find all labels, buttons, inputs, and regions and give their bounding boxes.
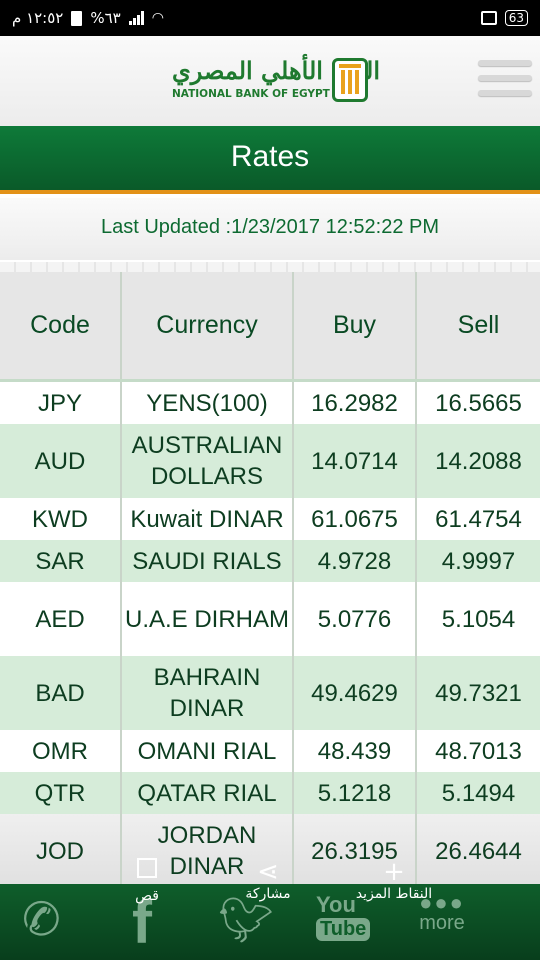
table-header-row: Code Currency Buy Sell [0,272,540,382]
table-row: BAD BAHRAIN DINAR 49.4629 49.7321 [0,656,540,730]
table-row: QTR QATAR RIAL 5.1218 5.1494 [0,772,540,814]
cell-buy: 14.0714 [294,424,417,498]
cell-sell: 16.5665 [435,389,522,417]
last-updated-banner: Last Updated :1/23/2017 12:52:22 PM [0,198,540,260]
cell-currency: OMANI RIAL [122,730,294,772]
title-bar: Rates [0,126,540,194]
cell-sell: 26.4644 [435,837,522,865]
battery-percent: %٦٣ [90,9,121,27]
phone-icon[interactable]: ✆ [18,889,65,949]
cell-code: QTR [0,772,122,814]
cell-currency: SAUDI RIALS [122,540,294,582]
column-header-code: Code [0,272,122,379]
status-left: ١٢:٥٢ م %٦٣ ◠ [12,9,164,27]
status-bar: ١٢:٥٢ م %٦٣ ◠ 63 [0,0,540,36]
share-icon: ⋖ [257,857,279,887]
crop-button[interactable]: قص [127,858,167,904]
cell-code: KWD [0,498,122,540]
hamburger-menu-icon[interactable] [478,60,532,104]
table-row: JPY YENS(100) 16.2982 16.5665 [0,382,540,424]
cell-code: JPY [0,382,122,424]
more-points-label: النقاط المزيد [355,886,433,902]
rates-table: Code Currency Buy Sell JPY YENS(100) 16.… [0,272,540,888]
cell-code: OMR [0,730,122,772]
clock: ١٢:٥٢ م [12,9,64,27]
more-label: more [419,912,465,934]
notification-badge-icon: 63 [504,10,528,26]
cell-currency: Kuwait DINAR [122,498,294,540]
cell-code: BAD [0,656,122,730]
table-row: KWD Kuwait DINAR 61.0675 61.4754 [0,498,540,540]
share-button[interactable]: ⋖ مشاركة [238,858,298,902]
cell-buy: 48.439 [294,730,417,772]
logo-english-text: NATIONAL BANK OF EGYPT [172,88,330,100]
column-header-buy: Buy [294,272,417,379]
cell-code: JOD [0,814,122,888]
cell-buy: 61.0675 [294,498,417,540]
cell-currency: U.A.E DIRHAM [122,582,294,656]
cell-sell: 4.9997 [441,547,516,575]
cell-code: AUD [0,424,122,498]
cell-sell: 5.1494 [441,779,516,807]
table-row: SAR SAUDI RIALS 4.9728 4.9997 [0,540,540,582]
cell-sell: 48.7013 [435,737,522,765]
cell-code: SAR [0,540,122,582]
last-updated-text: Last Updated :1/23/2017 12:52:22 PM [100,216,440,238]
bank-logo: البنك الأهلي المصري NATIONAL BANK OF EGY… [170,56,381,108]
bank-emblem-icon [332,58,368,102]
plus-icon: + [383,857,405,887]
signal-icon [128,11,144,25]
cell-buy: 5.1218 [294,772,417,814]
cell-buy: 16.2982 [294,382,417,424]
share-label: مشاركة [245,886,291,902]
crop-label: قص [135,888,159,904]
youtube-tube-text: Tube [316,918,371,941]
cell-sell: 61.4754 [435,505,522,533]
more-points-button[interactable]: + النقاط المزيد [354,858,434,902]
cell-currency: YENS(100) [122,382,294,424]
status-right: 63 [480,10,528,26]
column-header-sell: Sell [457,311,500,339]
page-title: Rates [230,140,310,173]
cell-currency: AUSTRALIAN DOLLARS [122,424,294,498]
table-row: AED U.A.E DIRHAM 5.0776 5.1054 [0,582,540,656]
app-header: البنك الأهلي المصري NATIONAL BANK OF EGY… [0,36,540,126]
cell-buy: 49.4629 [294,656,417,730]
cell-buy: 4.9728 [294,540,417,582]
cell-code: AED [0,582,122,656]
cell-currency: BAHRAIN DINAR [122,656,294,730]
cell-buy: 5.0776 [294,582,417,656]
table-row: OMR OMANI RIAL 48.439 48.7013 [0,730,540,772]
cell-sell: 5.1054 [441,605,516,633]
crop-icon [137,858,157,878]
cell-sell: 14.2088 [435,447,522,475]
cell-currency: QATAR RIAL [122,772,294,814]
cell-sell: 49.7321 [435,679,522,707]
battery-icon [71,10,83,26]
gallery-icon [480,11,497,25]
column-header-currency: Currency [122,272,294,379]
wifi-icon: ◠ [151,10,164,26]
table-row: AUD AUSTRALIAN DOLLARS 14.0714 14.2088 [0,424,540,498]
